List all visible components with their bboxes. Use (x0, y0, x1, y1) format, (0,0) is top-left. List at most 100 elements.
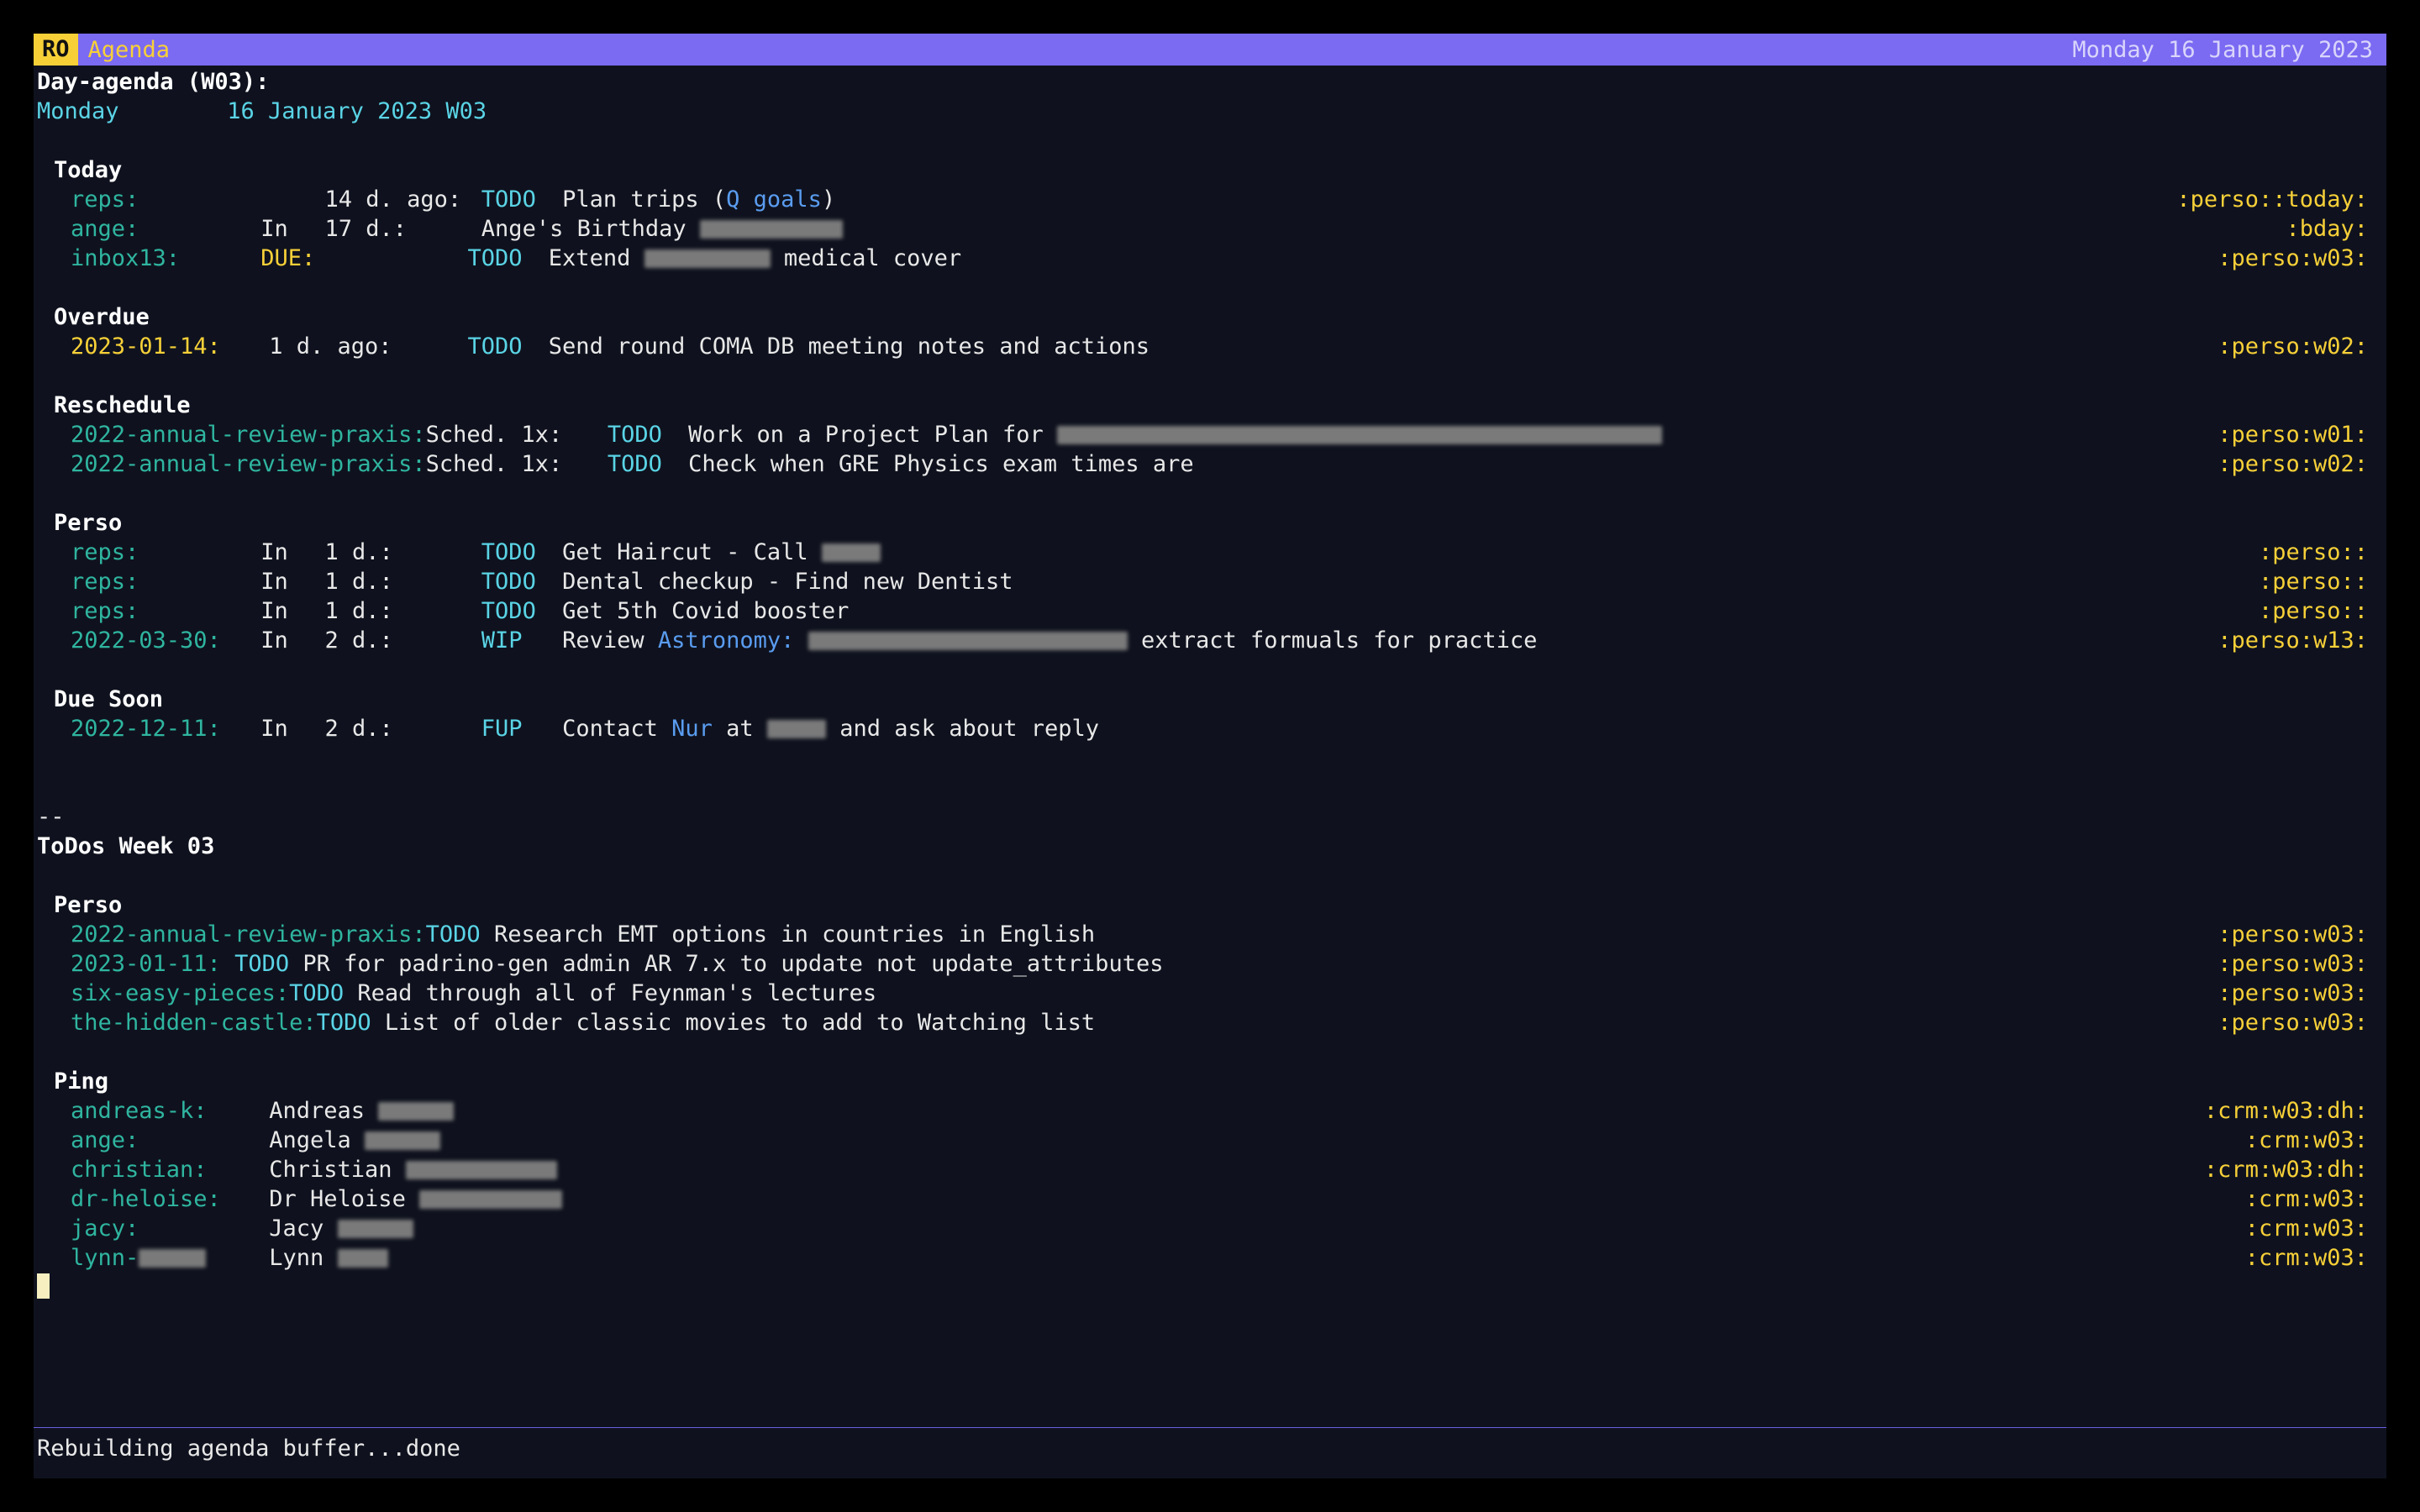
redacted (808, 632, 1128, 650)
redacted (644, 249, 771, 268)
todo-keyword: TODO (481, 538, 549, 567)
agenda-item[interactable]: ange: In 17 d.: Ange's Birthday :bday: (37, 214, 2383, 244)
agenda-tags: :perso:w02: (2217, 332, 2383, 361)
todos-week-title: ToDos Week 03 (37, 833, 214, 859)
redacted (338, 1249, 388, 1268)
agenda-when: 1 d. ago: (269, 332, 454, 361)
agenda-source: 2023-01-11: (37, 951, 221, 977)
agenda-source: 2022-annual-review-praxis: (37, 451, 426, 477)
agenda-source: inbox13: (37, 244, 247, 273)
agenda-tags: :bday: (2286, 214, 2383, 244)
section-today-title: Today (37, 157, 122, 183)
agenda-text: List of older classic movies to add to W… (385, 1010, 1095, 1036)
agenda-text: Read through all of Feynman's lectures (357, 980, 876, 1006)
agenda-tags: :perso:w03: (2217, 1008, 2383, 1037)
agenda-source: reps: (37, 567, 247, 596)
agenda-text: Work on a Project Plan for (688, 422, 1057, 448)
agenda-item[interactable]: 2022-annual-review-praxis:Sched. 1x: TOD… (37, 449, 2383, 479)
agenda-tags: :perso:w02: (2217, 449, 2383, 479)
agenda-tags: :perso::today: (2176, 185, 2383, 214)
agenda-item[interactable]: reps: In 1 d.: TODO Dental checkup - Fin… (37, 567, 2383, 596)
agenda-text: medical cover (784, 245, 961, 271)
agenda-text: PR for padrino-gen admin AR 7.x to updat… (302, 951, 1163, 977)
agenda-item[interactable]: 2022-12-11: In 2 d.: FUP Contact Nur at … (37, 714, 2383, 743)
section-perso-title: Perso (37, 510, 122, 536)
agenda-item[interactable]: christian: Christian :crm:w03:dh: (37, 1155, 2383, 1184)
redacted (822, 543, 881, 562)
agenda-source: six-easy-pieces: (37, 980, 289, 1006)
agenda-text: Extend (549, 245, 644, 271)
agenda-text: Plan trips (562, 186, 713, 213)
agenda-source: reps: (37, 538, 247, 567)
agenda-link[interactable]: Q goals (726, 186, 822, 213)
agenda-item[interactable]: reps: In 1 d.: TODO Get Haircut - Call :… (37, 538, 2383, 567)
todo-keyword: TODO (426, 921, 481, 948)
redacted (365, 1131, 440, 1150)
agenda-source: reps: (37, 596, 247, 626)
agenda-item[interactable]: 2022-03-30: In 2 d.: WIP Review Astronom… (37, 626, 2383, 655)
due-label: DUE: (260, 244, 454, 273)
section-overdue-title: Overdue (37, 304, 150, 330)
agenda-item[interactable]: 2023-01-14: 1 d. ago: TODO Send round CO… (37, 332, 2383, 361)
redacted (1057, 426, 1662, 444)
agenda-source: andreas-k: (37, 1096, 255, 1126)
agenda-tags: :perso:w03: (2217, 979, 2383, 1008)
agenda-item[interactable]: andreas-k: Andreas :crm:w03:dh: (37, 1096, 2383, 1126)
agenda-item[interactable]: reps: 14 d. ago: TODO Plan trips (Q goal… (37, 185, 2383, 214)
section-duesoon-title: Due Soon (37, 686, 163, 712)
agenda-tags: :perso:: (2259, 596, 2383, 626)
agenda-source: lynn- (71, 1245, 139, 1271)
agenda-source: 2022-03-30: (37, 626, 247, 655)
agenda-item[interactable]: inbox13: DUE: TODO Extend medical cover … (37, 244, 2383, 273)
agenda-source: ange: (37, 1126, 255, 1155)
redacted (338, 1220, 413, 1238)
agenda-source: 2022-annual-review-praxis: (37, 422, 426, 448)
contact-name: Dr Heloise (269, 1186, 419, 1212)
redacted (767, 720, 826, 738)
read-only-badge: RO (34, 34, 78, 66)
sched-label: Sched. 1x: (426, 449, 594, 479)
agenda-tags: :perso:: (2259, 538, 2383, 567)
agenda-buffer[interactable]: Day-agenda (W03): Monday 16 January 2023… (34, 66, 2386, 1302)
agenda-text: Send round COMA DB meeting notes and act… (549, 333, 1150, 360)
text-cursor (37, 1273, 50, 1299)
agenda-link[interactable]: Astronomy: (658, 627, 795, 654)
agenda-item[interactable]: ange: Angela :crm:w03: (37, 1126, 2383, 1155)
agenda-item[interactable]: jacy: Jacy :crm:w03: (37, 1214, 2383, 1243)
agenda-source: christian: (37, 1155, 255, 1184)
agenda-item[interactable]: the-hidden-castle:TODO List of older cla… (37, 1008, 2383, 1037)
agenda-source: 2022-annual-review-praxis: (37, 921, 426, 948)
agenda-item[interactable]: 2022-annual-review-praxis:Sched. 1x: TOD… (37, 420, 2383, 449)
contact-name: Jacy (269, 1215, 337, 1242)
contact-name: Christian (269, 1157, 406, 1183)
todo-keyword: TODO (608, 449, 675, 479)
agenda-link[interactable]: Nur (671, 716, 713, 742)
todo-keyword: TODO (317, 1010, 371, 1036)
redacted (700, 220, 843, 239)
agenda-tags: :perso:w13: (2217, 626, 2383, 655)
agenda-item[interactable]: six-easy-pieces:TODO Read through all of… (37, 979, 2383, 1008)
minibuffer-separator (34, 1427, 2386, 1428)
agenda-title: Day-agenda (W03): (37, 69, 269, 95)
todo-keyword: TODO (468, 332, 535, 361)
agenda-item[interactable]: lynn- Lynn :crm:w03: (37, 1243, 2383, 1273)
agenda-item[interactable]: reps: In 1 d.: TODO Get 5th Covid booste… (37, 596, 2383, 626)
redacted (139, 1249, 206, 1268)
agenda-when: 17 d.: (325, 214, 468, 244)
agenda-text: Check when GRE Physics exam times are (688, 451, 1193, 477)
todo-keyword: TODO (468, 244, 535, 273)
buffer-name: Agenda (78, 35, 181, 65)
section-todos-perso-title: Perso (37, 892, 122, 918)
when-prefix: In (260, 214, 311, 244)
agenda-item[interactable]: dr-heloise: Dr Heloise :crm:w03: (37, 1184, 2383, 1214)
agenda-text: Ange's Birthday (481, 216, 700, 242)
agenda-tags: :crm:w03: (2245, 1184, 2383, 1214)
agenda-tags: :crm:w03: (2245, 1214, 2383, 1243)
todo-keyword: TODO (481, 567, 549, 596)
agenda-item[interactable]: 2023-01-11: TODO PR for padrino-gen admi… (37, 949, 2383, 979)
agenda-item[interactable]: 2022-annual-review-praxis:TODO Research … (37, 920, 2383, 949)
wip-keyword: WIP (481, 626, 549, 655)
section-ping-title: Ping (37, 1068, 108, 1095)
fup-keyword: FUP (481, 714, 549, 743)
agenda-tags: :perso:w03: (2217, 920, 2383, 949)
